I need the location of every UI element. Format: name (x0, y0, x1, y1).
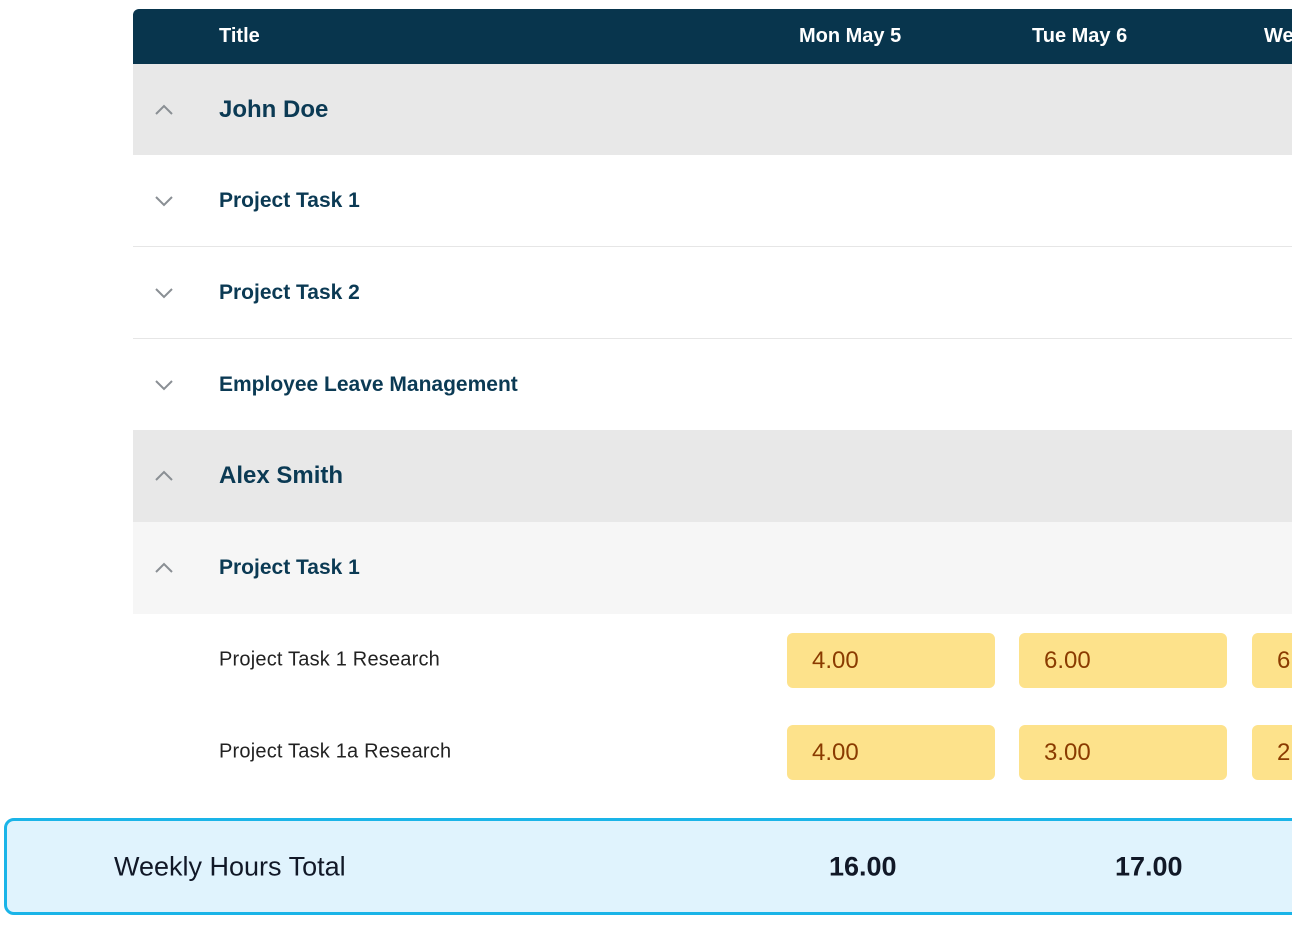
group-name: Alex Smith (219, 462, 344, 489)
task-row-employee-leave-management[interactable]: Employee Leave Management (133, 339, 1292, 430)
group-name: John Doe (219, 95, 329, 123)
group-row-john-doe[interactable]: John Doe (133, 64, 1292, 155)
task-label: Project Task 1 (219, 188, 360, 212)
column-header-mon[interactable]: Mon May 5 (799, 9, 901, 64)
subtask-row-project-task-1-research: Project Task 1 Research 4.00 6.00 6 (133, 614, 1292, 706)
hours-cell-wed[interactable]: 6 (1252, 633, 1292, 688)
weekly-hours-total-bar: Weekly Hours Total 16.00 17.00 (4, 818, 1292, 915)
task-row-project-task-1-expanded[interactable]: Project Task 1 (133, 522, 1292, 614)
chevron-up-icon[interactable] (153, 561, 175, 575)
chevron-down-icon[interactable] (153, 286, 175, 300)
subtask-label: Project Task 1 Research (219, 648, 440, 671)
total-value-tue: 17.00 (1115, 851, 1183, 881)
column-header-title[interactable]: Title (219, 9, 260, 64)
task-label: Employee Leave Management (219, 372, 518, 396)
task-label: Project Task 2 (219, 280, 360, 304)
group-row-alex-smith[interactable]: Alex Smith (133, 430, 1292, 522)
column-header-tue[interactable]: Tue May 6 (1032, 9, 1127, 64)
chevron-down-icon[interactable] (153, 194, 175, 208)
chevron-up-icon[interactable] (153, 103, 175, 117)
subtask-label: Project Task 1a Research (219, 740, 452, 763)
column-header-wed[interactable]: We (1264, 9, 1292, 64)
hours-cell-wed[interactable]: 2 (1252, 725, 1292, 780)
total-value-mon: 16.00 (829, 851, 897, 881)
task-row-project-task-1[interactable]: Project Task 1 (133, 155, 1292, 247)
grid-header: Title Mon May 5 Tue May 6 We (133, 9, 1292, 64)
chevron-down-icon[interactable] (153, 378, 175, 392)
chevron-up-icon[interactable] (153, 469, 175, 483)
task-row-project-task-2[interactable]: Project Task 2 (133, 247, 1292, 339)
weekly-hours-total-label: Weekly Hours Total (114, 851, 346, 881)
task-label: Project Task 1 (219, 556, 360, 579)
timesheet-grid: Title Mon May 5 Tue May 6 We John Doe Pr… (133, 9, 1292, 809)
hours-cell-tue[interactable]: 3.00 (1019, 725, 1227, 780)
hours-cell-mon[interactable]: 4.00 (787, 633, 995, 688)
subtask-row-project-task-1a-research: Project Task 1a Research 4.00 3.00 2 (133, 706, 1292, 798)
hours-cell-tue[interactable]: 6.00 (1019, 633, 1227, 688)
hours-cell-mon[interactable]: 4.00 (787, 725, 995, 780)
